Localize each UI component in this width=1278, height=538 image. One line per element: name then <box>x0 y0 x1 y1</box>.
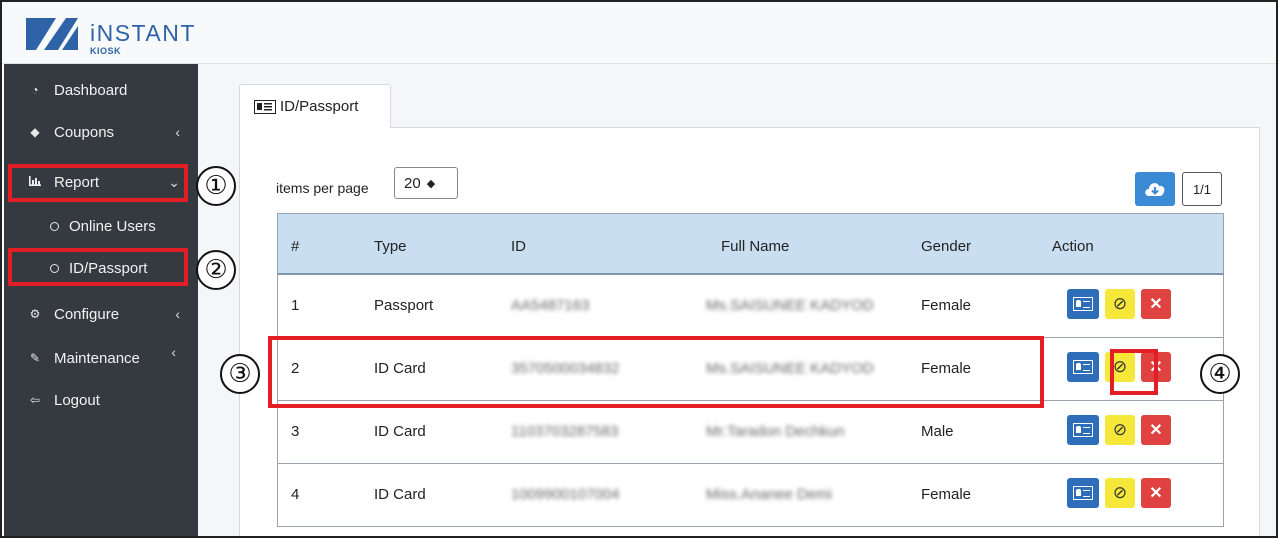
column-header-id: ID <box>511 238 526 255</box>
column-header-gender: Gender <box>921 238 972 255</box>
wrench-icon: ✎ <box>29 351 41 365</box>
delete-icon: ✕ <box>1149 485 1163 502</box>
row-gender: Female <box>921 297 972 314</box>
sidebar-item-label: Online Users <box>69 217 156 235</box>
suspend-button[interactable]: ⊘ <box>1105 289 1135 319</box>
sidebar-item-online-users[interactable]: Online Users <box>4 208 198 244</box>
callout-1: ① <box>196 166 236 206</box>
tag-icon: ◆ <box>30 125 40 139</box>
row-type: ID Card <box>374 423 426 440</box>
chevron-left-icon: ‹ <box>171 344 176 360</box>
gear-icon: ⚙ <box>29 307 41 321</box>
delete-button[interactable]: ✕ <box>1141 415 1171 445</box>
id-card-icon <box>1073 423 1093 437</box>
sidebar: ◔ Dashboard ◆ Coupons ‹ Report ⌄ Online … <box>4 64 198 536</box>
logout-icon: ⇦ <box>29 393 41 407</box>
app-window: iNSTANT KIOSK ◔ Dashboard ◆ Coupons ‹ Re… <box>0 0 1278 538</box>
top-header: iNSTANT KIOSK <box>2 2 1276 64</box>
suspend-icon: ⊘ <box>1112 420 1128 439</box>
table-row: 1 Passport AA5487163 Ms.SAISUNEE KADYOD … <box>277 275 1224 338</box>
row-full-name: Miss.Ananee Demi <box>706 486 832 503</box>
highlight-id-passport <box>8 248 188 286</box>
row-number: 3 <box>291 423 300 440</box>
row-type: ID Card <box>374 486 426 503</box>
view-id-card-button[interactable] <box>1067 352 1099 382</box>
delete-button[interactable]: ✕ <box>1141 289 1171 319</box>
tab-id-passport[interactable]: ID/Passport <box>239 84 391 128</box>
suspend-icon: ⊘ <box>1112 294 1128 313</box>
id-card-icon <box>254 99 276 114</box>
table-row: 4 ID Card 1009900107004 Miss.Ananee Demi… <box>277 464 1224 527</box>
chevron-left-icon: ‹ <box>175 124 180 140</box>
sidebar-item-maintenance[interactable]: ✎ Maintenance ‹ <box>4 338 198 378</box>
chevron-left-icon: ‹ <box>175 306 180 322</box>
callout-4: ④ <box>1200 354 1240 394</box>
view-id-card-button[interactable] <box>1067 478 1099 508</box>
sidebar-item-label: Configure <box>54 305 120 323</box>
table-row: 3 ID Card 1103703287583 Mr.Taradon Dechk… <box>277 401 1224 464</box>
column-header-number: # <box>291 238 300 255</box>
row-number: 4 <box>291 486 300 503</box>
row-gender: Female <box>921 486 972 503</box>
highlight-suspend-button <box>1110 349 1158 395</box>
items-per-page-select[interactable]: 20 ◆ <box>394 167 458 199</box>
highlight-row-2 <box>268 336 1044 408</box>
page-indicator[interactable]: 1/1 <box>1182 172 1222 206</box>
delete-icon: ✕ <box>1149 296 1163 313</box>
id-card-icon <box>1073 297 1093 311</box>
speedometer-icon: ◔ <box>31 83 39 97</box>
column-header-type: Type <box>374 238 407 255</box>
view-id-card-button[interactable] <box>1067 415 1099 445</box>
sidebar-item-dashboard[interactable]: ◔ Dashboard <box>4 70 198 110</box>
items-per-page-value: 20 <box>404 174 421 192</box>
row-id: 1103703287583 <box>511 423 619 440</box>
table-header: # Type ID Full Name Gender Action <box>277 213 1224 275</box>
brand-logo[interactable]: iNSTANT KIOSK <box>20 12 194 56</box>
sidebar-item-label: Maintenance <box>54 349 140 367</box>
highlight-report <box>8 164 188 202</box>
row-type: Passport <box>374 297 434 314</box>
suspend-icon: ⊘ <box>1112 483 1128 502</box>
delete-button[interactable]: ✕ <box>1141 478 1171 508</box>
sidebar-item-logout[interactable]: ⇦ Logout <box>4 380 198 420</box>
logo-mark-icon <box>26 18 78 50</box>
sidebar-item-label: Dashboard <box>54 81 128 99</box>
sidebar-item-configure[interactable]: ⚙ Configure ‹ <box>4 294 198 334</box>
delete-icon: ✕ <box>1149 422 1163 439</box>
sidebar-item-label: Logout <box>54 391 100 409</box>
row-number: 1 <box>291 297 300 314</box>
sidebar-item-label: Coupons <box>54 123 115 141</box>
brand-subtitle: KIOSK <box>90 46 122 56</box>
column-header-action: Action <box>1052 238 1094 255</box>
row-gender: Male <box>921 423 954 440</box>
column-header-full-name: Full Name <box>721 238 790 255</box>
tab-label: ID/Passport <box>280 98 359 115</box>
row-id: AA5487163 <box>511 297 590 314</box>
cloud-download-icon <box>1145 183 1165 196</box>
circle-icon <box>50 221 59 231</box>
row-full-name: Ms.SAISUNEE KADYOD <box>706 297 874 314</box>
id-card-icon <box>1073 486 1093 500</box>
suspend-button[interactable]: ⊘ <box>1105 415 1135 445</box>
row-id: 1009900107004 <box>511 486 620 503</box>
download-button[interactable] <box>1135 172 1175 206</box>
row-full-name: Mr.Taradon Dechkun <box>706 423 845 440</box>
callout-3: ③ <box>220 354 260 394</box>
sort-arrows-icon: ◆ <box>426 177 436 190</box>
suspend-button[interactable]: ⊘ <box>1105 478 1135 508</box>
callout-2: ② <box>196 250 236 290</box>
items-per-page-label: items per page <box>276 180 369 196</box>
sidebar-item-coupons[interactable]: ◆ Coupons ‹ <box>4 112 198 152</box>
view-id-card-button[interactable] <box>1067 289 1099 319</box>
brand-name: iNSTANT <box>90 20 196 46</box>
id-card-icon <box>1073 360 1093 374</box>
